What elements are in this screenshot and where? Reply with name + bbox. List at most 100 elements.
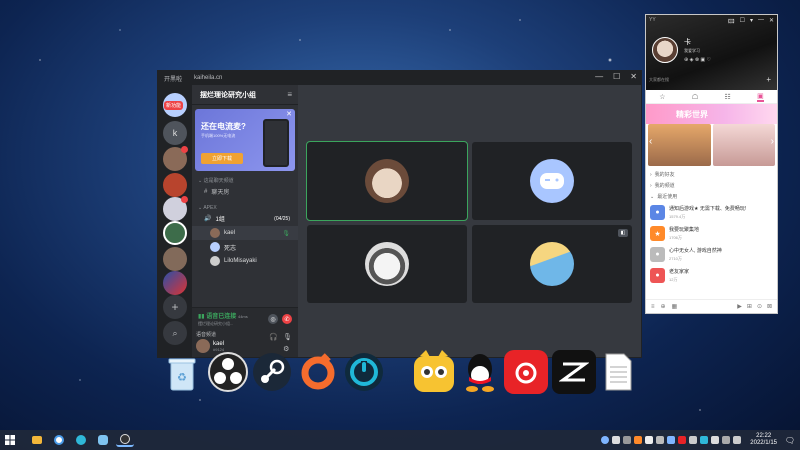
participant-tile[interactable] — [307, 225, 467, 303]
menu-icon[interactable]: ≡ — [287, 90, 292, 99]
app-manager-icon[interactable]: ⊠ — [767, 303, 772, 310]
network-icon[interactable] — [722, 436, 731, 444]
server-header[interactable]: 摆烂理论研究小组 ≡ — [192, 85, 298, 105]
featured-photo[interactable] — [648, 124, 711, 166]
qq-icon[interactable] — [458, 350, 502, 394]
disconnect-icon[interactable]: ✆ — [282, 314, 292, 324]
participant-tile[interactable]: ◧ — [472, 225, 632, 303]
grid-icon[interactable]: ▦ — [672, 303, 678, 310]
tray-app-icon[interactable] — [656, 436, 665, 444]
status-icons[interactable]: ⊕ ◈ ⊗ ▣ ♡ — [684, 57, 711, 63]
tray-app-icon[interactable] — [678, 436, 687, 444]
taskbar-explorer-icon[interactable] — [28, 433, 46, 447]
netease-music-icon[interactable] — [504, 350, 548, 394]
server-icon[interactable] — [163, 146, 188, 171]
tab-contacts-icon[interactable]: ☖ — [692, 93, 698, 101]
carousel-next-icon[interactable]: › — [771, 136, 774, 147]
recycle-bin-icon[interactable]: ♻ — [160, 352, 204, 396]
voice-channel[interactable]: 🔊 1组 (04/25) — [192, 211, 298, 226]
start-button[interactable] — [0, 430, 20, 450]
signature[interactable]: 我爱学习 — [684, 48, 700, 54]
tray-app-icon[interactable] — [700, 436, 709, 444]
taskbar-chat-icon[interactable] — [94, 433, 112, 447]
tab-messages-icon[interactable]: ☆ — [659, 93, 665, 101]
category-apex[interactable]: ⌄ APEX — [192, 199, 298, 211]
capcut-icon[interactable] — [552, 350, 596, 394]
steam-icon[interactable] — [250, 350, 294, 394]
microphone-icon[interactable]: 🎙 — [283, 333, 292, 341]
category-chat[interactable]: ⌄ 这是聊天频道 — [192, 171, 298, 184]
list-item[interactable]: ★ 我要玩聚集地 1706万 — [646, 223, 777, 244]
dropdown-icon[interactable]: ▾ — [750, 17, 753, 27]
list-item[interactable]: ● 心中无女人, 游戏自然神 2710万 — [646, 244, 777, 265]
server-icon[interactable] — [163, 196, 188, 221]
tray-app-icon[interactable] — [689, 436, 698, 444]
video-icon[interactable]: ▶ — [737, 303, 742, 310]
group-recent[interactable]: ⌄ 最近使用 — [646, 191, 777, 202]
tab-apps-icon[interactable]: ▣ — [757, 92, 764, 102]
game-icon[interactable]: ⊙ — [757, 303, 762, 310]
server-icon[interactable] — [163, 271, 187, 295]
obs-studio-icon[interactable] — [206, 350, 250, 394]
tray-app-icon[interactable] — [645, 436, 654, 444]
headphones-icon[interactable]: 🎧 — [269, 333, 278, 341]
add-server-button[interactable]: + — [163, 295, 187, 319]
minimize-button[interactable]: — — [595, 72, 603, 81]
notification-center-icon[interactable]: 🗨 — [784, 434, 796, 446]
profile-avatar[interactable] — [652, 37, 678, 63]
promo-banner[interactable]: 精彩世界 — [646, 104, 777, 124]
tray-app-icon[interactable] — [623, 436, 632, 444]
origin-icon[interactable] — [296, 350, 340, 394]
tray-app-icon[interactable] — [601, 436, 610, 444]
server-icon[interactable] — [163, 173, 187, 197]
tray-app-icon[interactable] — [634, 436, 643, 444]
window-titlebar[interactable]: 开黑啦 kaiheila.cn — ☐ ✕ — [158, 71, 641, 85]
skin-icon[interactable]: 🖾 — [728, 17, 735, 27]
server-icon-k[interactable]: k — [163, 121, 187, 145]
group-my-friends[interactable]: › 我的好友 — [646, 169, 777, 180]
maximize-button[interactable]: ☐ — [613, 72, 620, 81]
participant-tile[interactable] — [472, 142, 632, 220]
taskbar-obs-icon[interactable] — [116, 433, 134, 447]
tab-space-icon[interactable]: ☷ — [725, 93, 731, 101]
game-launcher-icon[interactable] — [342, 350, 386, 394]
group-my-channels[interactable]: › 我的频道 — [646, 180, 777, 191]
add-icon[interactable]: + — [766, 75, 771, 84]
tray-app-icon[interactable] — [612, 436, 621, 444]
participant-tile-speaking[interactable] — [306, 141, 468, 221]
featured-photo[interactable] — [712, 124, 775, 166]
carousel-prev-icon[interactable]: ‹ — [649, 136, 652, 147]
taskbar-clock[interactable]: 22:22 2022/1/15 — [750, 433, 777, 447]
apps-icon[interactable]: ⊞ — [747, 303, 752, 310]
main-menu-icon[interactable]: ≡ — [651, 304, 655, 310]
list-item[interactable]: ● 老友家家 12万 — [646, 265, 777, 286]
taskbar-browser-icon[interactable] — [50, 433, 68, 447]
voice-user[interactable]: kael 🎙 — [192, 226, 298, 240]
qq-bottom-bar: ≡ ⊕ ▦ ▶ ⊞ ⊙ ⊠ — [646, 299, 777, 313]
close-button[interactable]: ✕ — [769, 17, 774, 27]
voice-user[interactable]: 死志 — [192, 240, 298, 254]
tray-app-icon[interactable] — [667, 436, 676, 444]
mailbox-icon[interactable]: ☐ — [740, 17, 745, 27]
phone-illustration — [263, 119, 289, 167]
banner-title: 精彩世界 — [676, 110, 708, 119]
text-document-icon[interactable] — [596, 350, 640, 394]
search-input[interactable]: 大家都在搜 — [649, 77, 669, 83]
game-avatar-app-icon[interactable] — [412, 350, 456, 394]
text-channel[interactable]: # 聊天房 — [192, 184, 298, 199]
server-icon-active[interactable] — [163, 221, 187, 245]
volume-icon[interactable] — [733, 436, 742, 444]
promo-close-icon[interactable]: ✕ — [286, 110, 292, 118]
server-icon[interactable] — [163, 247, 187, 271]
add-friend-icon[interactable]: ⊕ — [661, 303, 666, 310]
taskbar-edge-icon[interactable] — [72, 433, 90, 447]
voice-user[interactable]: LiloMisayaki — [192, 254, 298, 268]
search-server-button[interactable]: ⌕ — [163, 321, 187, 345]
list-item[interactable]: ● 通知后游戏★ 无需下载、免费畅玩! 1579.4万 — [646, 202, 777, 223]
nickname[interactable]: 卡 — [684, 37, 691, 47]
download-button[interactable]: 立即下载 — [201, 153, 243, 164]
close-button[interactable]: ✕ — [630, 72, 637, 81]
minimize-button[interactable]: — — [758, 17, 764, 27]
tray-app-icon[interactable] — [711, 436, 720, 444]
screen-share-icon[interactable]: ◎ — [268, 314, 278, 324]
